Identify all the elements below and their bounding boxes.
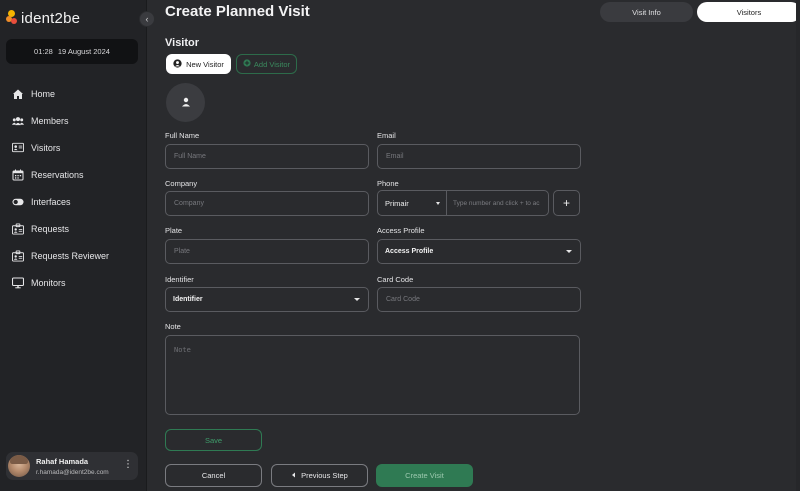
access-profile-value: Access Profile [385, 248, 434, 255]
visitors-icon [12, 142, 24, 154]
previous-step-label: Previous Step [301, 471, 348, 480]
phone-number-input[interactable]: Type number and click + to ac [447, 191, 548, 215]
phone-country-value: Primair [385, 198, 409, 208]
visitor-avatar[interactable] [166, 83, 205, 122]
sidebar-item-label: Home [31, 88, 56, 99]
more-options-icon[interactable]: ⋮ [123, 460, 133, 470]
logo-mark-icon [6, 10, 20, 26]
sidebar-item-reservations[interactable]: Reservations [0, 161, 147, 188]
sidebar-item-visitors[interactable]: Visitors [0, 134, 147, 161]
identifier-value: Identifier [173, 296, 203, 303]
company-input[interactable]: Company [165, 191, 369, 216]
note-label: Note [165, 322, 181, 331]
sidebar-item-label: Visitors [31, 142, 61, 153]
section-title-visitor: Visitor [165, 37, 200, 49]
chevron-left-icon: ‹ [145, 14, 149, 24]
add-visitor-label: Add Visitor [253, 59, 291, 69]
access-profile-label: Access Profile [377, 226, 425, 235]
sidebar-item-label: Interfaces [31, 196, 71, 207]
email-label: Email [377, 131, 396, 140]
card-code-label: Card Code [377, 275, 414, 284]
calendar-icon [12, 169, 24, 181]
add-circle-icon [243, 59, 251, 69]
caret-down-icon [354, 298, 360, 301]
reviewer-icon [12, 249, 24, 262]
email-input[interactable]: Email [377, 144, 581, 169]
previous-step-button[interactable]: Previous Step [271, 464, 368, 487]
clock-display: 01:28 19 August 2024 [6, 39, 138, 64]
clock-time: 01:28 [34, 47, 53, 56]
sidebar-item-label: Requests Reviewer [31, 250, 110, 261]
save-button[interactable]: Save [165, 429, 262, 451]
sidebar-item-label: Reservations [31, 169, 84, 180]
sidebar-item-interfaces[interactable]: Interfaces [0, 188, 147, 215]
collapse-sidebar-button[interactable]: ‹ [139, 11, 155, 27]
person-icon [181, 94, 191, 112]
step-tabs: Visit Info Visitors [600, 2, 800, 22]
plate-input[interactable]: Plate [165, 239, 369, 264]
sidebar-item-requests-reviewer[interactable]: Requests Reviewer [0, 242, 147, 269]
home-icon [12, 88, 24, 100]
sidebar-item-requests[interactable]: Requests [0, 215, 147, 242]
avatar [8, 455, 30, 477]
user-profile-card[interactable]: Rahaf Hamada r.hamada@ident2be.com ⋮ [6, 452, 138, 480]
identifier-select[interactable]: Identifier [165, 287, 369, 312]
add-phone-button[interactable]: + [553, 190, 580, 216]
sidebar-item-label: Members [31, 115, 69, 126]
caret-left-icon [291, 471, 296, 480]
brand-name: ident2be [21, 9, 81, 27]
company-label: Company [165, 179, 198, 188]
sidebar: ident2be 01:28 19 August 2024 Home Membe… [0, 0, 147, 491]
cancel-button[interactable]: Cancel [165, 464, 262, 487]
card-code-input[interactable]: Card Code [377, 287, 581, 312]
caret-down-icon [566, 250, 572, 253]
phone-label: Phone [377, 179, 399, 188]
add-visitor-button[interactable]: Add Visitor [236, 54, 297, 74]
note-textarea[interactable]: Note [165, 335, 580, 415]
user-email: r.hamada@ident2be.com [36, 468, 109, 476]
toggle-icon [12, 196, 24, 208]
plate-label: Plate [165, 226, 183, 235]
new-visitor-label: New Visitor [186, 59, 224, 69]
user-circle-icon [173, 58, 182, 70]
sidebar-item-home[interactable]: Home [0, 80, 147, 107]
scrollbar[interactable] [796, 0, 800, 491]
brand-logo[interactable]: ident2be [6, 8, 80, 28]
sidebar-item-label: Requests [31, 223, 70, 234]
caret-down-icon [436, 202, 440, 205]
create-visit-button[interactable]: Create Visit [376, 464, 473, 487]
identifier-label: Identifier [165, 275, 194, 284]
access-profile-select[interactable]: Access Profile [377, 239, 581, 264]
user-name: Rahaf Hamada [36, 456, 89, 466]
full-name-input[interactable]: Full Name [165, 144, 369, 169]
members-icon [12, 115, 24, 127]
requests-icon [12, 222, 24, 235]
monitor-icon [12, 276, 24, 289]
full-name-label: Full Name [165, 131, 200, 140]
sidebar-item-monitors[interactable]: Monitors [0, 269, 147, 296]
sidebar-nav: Home Members Visitors Reservations Inter… [0, 80, 147, 296]
new-visitor-button[interactable]: New Visitor [166, 54, 231, 74]
page-title: Create Planned Visit [165, 3, 310, 20]
sidebar-item-label: Monitors [31, 277, 66, 288]
clock-date: 19 August 2024 [57, 47, 110, 56]
phone-country-select[interactable]: Primair [378, 191, 447, 215]
phone-field: Primair Type number and click + to ac [377, 190, 549, 216]
tab-visitors[interactable]: Visitors [697, 2, 800, 22]
tab-visit-info[interactable]: Visit Info [600, 2, 693, 22]
plus-icon: + [562, 196, 570, 210]
sidebar-item-members[interactable]: Members [0, 107, 147, 134]
